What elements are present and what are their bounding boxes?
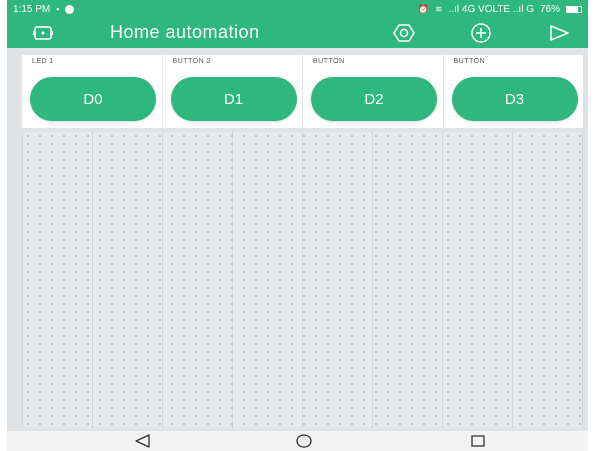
add-icon[interactable] xyxy=(469,22,493,44)
widget-row: LED 1 D0 BUTTON 2 D1 BUTTON D2 BUTTON D3 xyxy=(22,55,583,128)
network-status: ..ıl 4G VOLTE ..ıl G xyxy=(448,3,534,15)
pin-button-d1[interactable]: D1 xyxy=(170,77,297,121)
navigation-bar xyxy=(7,431,588,451)
alarm-icon: ⏰ xyxy=(417,3,430,14)
app-screen: 1:15 PM ▪ ⏰ ≋ ..ıl 4G VOLTE ..ıl G 76% H… xyxy=(7,0,588,451)
widget-label: BUTTON xyxy=(313,58,345,65)
widget-label: LED 1 xyxy=(32,58,54,65)
widget-button-4: BUTTON D3 xyxy=(443,55,583,128)
play-icon[interactable] xyxy=(547,22,571,44)
pin-button-d0[interactable]: D0 xyxy=(30,77,156,121)
battery-percent: 76% xyxy=(539,3,560,15)
settings-icon[interactable] xyxy=(392,22,416,44)
app-bar: Home automation xyxy=(7,18,588,48)
home-icon[interactable] xyxy=(292,433,316,449)
battery-icon xyxy=(566,5,582,13)
whatsapp-icon xyxy=(65,4,75,14)
pin-button-d2[interactable]: D2 xyxy=(311,77,437,121)
widget-led-1: LED 1 D0 xyxy=(22,55,163,128)
dashboard-grid[interactable] xyxy=(22,132,583,428)
wifi-icon: ≋ xyxy=(435,3,443,14)
widget-button-3: BUTTON D2 xyxy=(303,55,444,128)
widget-button-2: BUTTON 2 D1 xyxy=(162,55,303,128)
status-time: 1:15 PM xyxy=(13,3,51,15)
recents-icon[interactable] xyxy=(466,433,490,449)
pin-button-d3[interactable]: D3 xyxy=(451,77,578,121)
widget-label: BUTTON xyxy=(453,58,486,65)
page-title: Home automation xyxy=(110,22,260,42)
back-icon[interactable] xyxy=(131,433,155,449)
status-bar: 1:15 PM ▪ ⏰ ≋ ..ıl 4G VOLTE ..ıl G 76% xyxy=(7,0,588,18)
sim-icon: ▪ xyxy=(56,4,60,14)
widget-label: BUTTON 2 xyxy=(172,58,211,65)
device-icon[interactable] xyxy=(31,22,55,44)
